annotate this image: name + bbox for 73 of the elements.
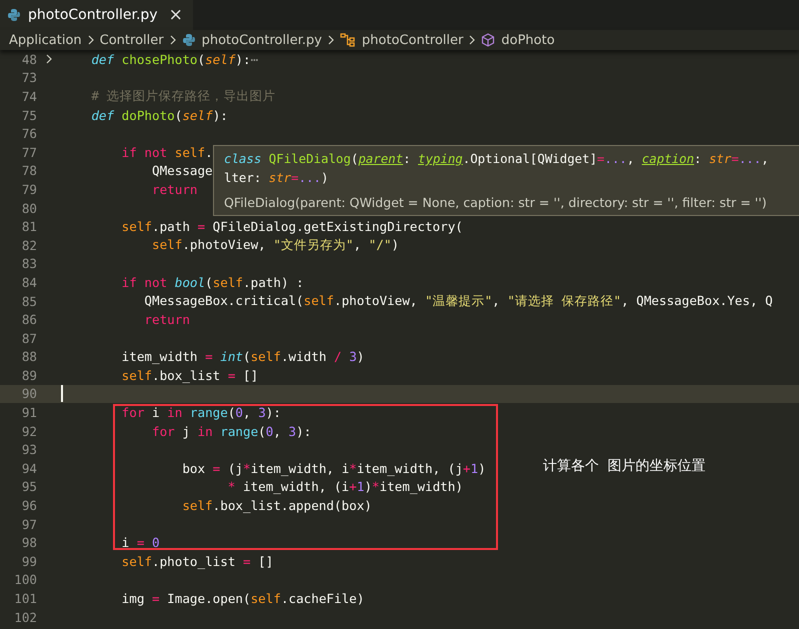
breadcrumb-item[interactable]: doPhoto [481,32,555,48]
line-number: 100 [13,572,37,588]
python-icon [7,8,21,22]
annotation-text: 计算各个 图片的坐标位置 [543,457,706,475]
close-button[interactable]: × [168,5,183,25]
breadcrumb-item[interactable]: photoController.py [182,32,322,48]
code-line: return [143,312,190,328]
code-line: for i in range(0, 3): [120,405,281,420]
code-line: def doPhoto(self): [90,108,228,123]
line-number: 81 [20,219,37,234]
line-number: 95 [20,479,37,494]
line-number: 92 [20,424,37,439]
code-line: item_width = int(self.width / 3) [120,349,364,364]
code-line: QMessage [150,163,213,178]
code-line: self.box_list = [] [120,368,258,383]
code-line: self.photo_list = [] [120,554,274,569]
line-number: 77 [20,144,37,160]
line-number: 84 [20,274,37,290]
code-line: QMessageBox.critical(self.photoView, "温馨提示", "请选择 保存路径", QMessageBox.Yes, Q [143,292,773,310]
line-number: 87 [20,330,37,346]
line-number: 76 [20,126,37,142]
line-number: 73 [20,70,37,86]
fold-chevron-icon [45,54,53,64]
code-line: return [150,182,198,197]
line-number: 85 [20,294,37,309]
code-line: self.box_list.append(box) [181,498,372,514]
line-number: 94 [20,460,37,476]
code-line: if not self. [120,144,213,160]
line-number: 89 [20,368,37,383]
line-number: 98 [20,535,37,550]
python-icon [182,33,196,47]
line-number: 102 [13,610,37,625]
line-number: 48 [20,52,37,67]
chevron-icon [326,35,335,45]
code-line: * item_width, (i+1)*item_width) [226,479,463,494]
code-line: self.path = QFileDialog.getExistingDirectory( [120,219,463,234]
breadcrumb-item[interactable]: Application [9,32,82,48]
line-number: 90 [20,386,37,402]
signature-line: class QFileDialog(parent: typing.Optional[QWidget]=..., caption: str=..., [224,150,770,168]
line-number: 96 [20,498,37,514]
line-number: 93 [20,442,37,458]
code-line: if not bool(self.path) : [120,274,304,290]
tooltip-doc: QFileDialog(parent: QWidget = None, caption: str = '', directory: str = '', filter: str = '') [224,194,768,212]
editor-tab[interactable]: photoController.py × [0,0,193,30]
line-number: 74 [20,88,37,104]
code-line: for j in range(0, 3): [150,424,312,439]
line-number: 88 [20,349,37,364]
text-cursor [61,385,63,402]
chevron-icon [468,35,476,45]
line-number: 97 [20,516,37,532]
line-number: 80 [20,200,37,216]
line-number: 78 [20,163,37,178]
chevron-icon [168,35,177,45]
line-number: 91 [20,405,37,420]
code-line: i = 0 [120,535,160,550]
code-line: self.photoView, "文件另存为", "/") [150,236,400,254]
cube-icon [481,33,496,47]
breadcrumb-item[interactable]: photoController [340,32,464,48]
chevron-icon [86,35,95,45]
line-number: 82 [20,238,37,253]
line-number: 99 [20,554,37,569]
code-line: def chosePhoto(self):⋯ [90,52,258,67]
line-number: 83 [20,256,37,272]
line-number: 86 [20,312,37,328]
line-number: 79 [20,182,37,197]
code-line: box = (j*item_width, i*item_width, (j+1) [181,460,486,476]
code-line: # 选择图片保存路径，导出图片 [90,88,276,105]
signature-line: lter: str=...) [224,169,330,187]
class-icon [340,33,356,47]
line-number: 101 [13,591,37,606]
breadcrumb-item[interactable]: Controller [100,32,164,48]
code-line: img = Image.open(self.cacheFile) [120,591,364,606]
line-number: 75 [20,108,37,123]
